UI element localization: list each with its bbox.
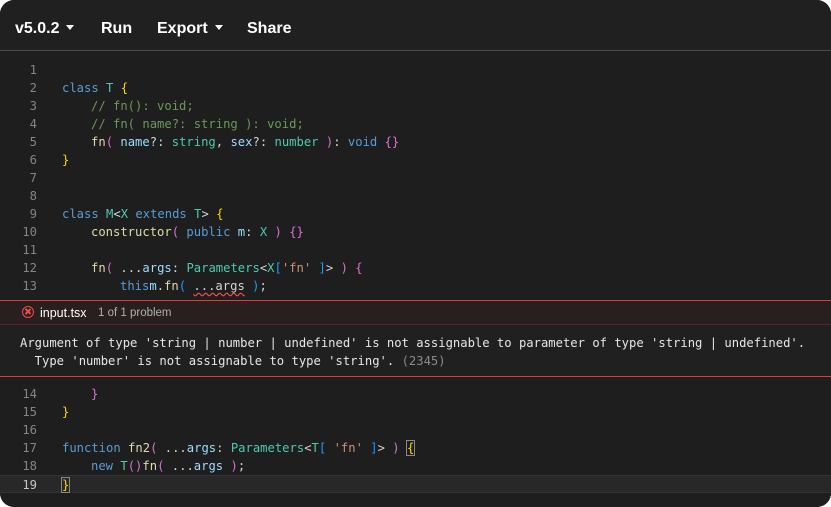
line-number: 17	[22, 441, 37, 455]
peek-header: input.tsx 1 of 1 problem	[0, 301, 831, 325]
code-line: 8	[0, 187, 831, 205]
error-code: (2345)	[401, 354, 446, 368]
code-text: }	[62, 153, 70, 167]
code-editor[interactable]: 1 2 class T { 3 // fn(): void; 4 // fn( nam…	[0, 51, 831, 507]
line-number: 10	[22, 225, 37, 239]
line-number: 11	[22, 243, 37, 257]
code-line: 5 fn( name?: string, sex?: number ): void…	[0, 133, 831, 151]
code-line: 3 // fn(): void;	[0, 97, 831, 115]
line-number: 16	[22, 423, 37, 437]
chevron-down-icon	[214, 25, 223, 31]
code-line: 1	[0, 61, 831, 79]
code-text: }	[60, 476, 71, 494]
error-icon	[22, 306, 34, 318]
line-number: 1	[29, 63, 37, 77]
code-line: 4 // fn( name?: string ): void;	[0, 115, 831, 133]
line-number: 2	[29, 81, 37, 95]
share-label: Share	[247, 20, 292, 37]
code-text: class T {	[62, 81, 129, 95]
code-line: 6}	[0, 151, 831, 169]
line-number: 9	[29, 207, 37, 221]
version-label: v5.0.2	[15, 20, 60, 37]
line-number: 6	[29, 153, 37, 167]
code-line: 12 fn( ...args: Parameters<X['fn' ]> ) {	[0, 259, 831, 277]
code-text: fn( ...args: Parameters<X['fn' ]> ) {	[91, 261, 363, 275]
code-line: 14}	[0, 385, 831, 403]
line-number: 13	[22, 279, 37, 293]
code-text: constructor( public m: X ) {}	[91, 225, 304, 239]
code-line: 18 new T()fn( ...args );	[0, 457, 831, 475]
playground-window: v5.0.2 Run Export Share 1 2 class T { 3 //…	[0, 0, 831, 507]
line-number: 3	[29, 99, 37, 113]
line-number: 12	[22, 261, 37, 275]
code-text: }	[62, 405, 70, 419]
line-number: 8	[29, 189, 37, 203]
error-line-1: Argument of type 'string | number | unde…	[20, 336, 806, 350]
code-text: class M<X extends T> {	[62, 207, 224, 221]
peek-problem-count: 1 of 1 problem	[98, 307, 172, 319]
run-button[interactable]: Run	[101, 0, 132, 50]
code-line: 15}	[0, 403, 831, 421]
line-number: 14	[22, 387, 37, 401]
problem-peek-widget: input.tsx 1 of 1 problem Argument of typ…	[0, 300, 831, 377]
code-text: // fn( name?: string ): void;	[91, 117, 304, 131]
code-line: 11	[0, 241, 831, 259]
code-line: 13 thism.fn( ...args );	[0, 277, 831, 295]
error-line-2: Type 'number' is not assignable to type …	[20, 354, 402, 368]
line-number: 15	[22, 405, 37, 419]
code-text: thism.fn( ...args );	[120, 279, 267, 293]
line-number: 7	[29, 171, 37, 185]
code-line: 9 class M<X extends T> {	[0, 205, 831, 223]
code-line: 2 class T {	[0, 79, 831, 97]
code-line: 7	[0, 169, 831, 187]
code-text: // fn(): void;	[91, 99, 194, 113]
code-text: function fn2( ...args: Parameters<T[ 'fn…	[62, 440, 416, 456]
export-label: Export	[157, 20, 208, 37]
line-number: 5	[29, 135, 37, 149]
current-line: 19}	[0, 475, 831, 493]
run-label: Run	[101, 20, 133, 37]
code-text: }	[91, 387, 99, 401]
code-line: 17 function fn2( ...args: Parameters<T[ '…	[0, 439, 831, 457]
peek-file-name[interactable]: input.tsx	[40, 301, 87, 325]
bracket-match: {	[405, 440, 416, 456]
chevron-down-icon	[66, 25, 75, 31]
version-dropdown[interactable]: v5.0.2	[15, 0, 75, 50]
line-number: 4	[29, 117, 37, 131]
line-number: 18	[22, 459, 37, 473]
code-line: 10 constructor( public m: X ) {}	[0, 223, 831, 241]
bracket-match: }	[60, 477, 71, 493]
code-text: fn( name?: string, sex?: number ): void …	[91, 135, 400, 149]
error-squiggle[interactable]: ...args	[193, 279, 244, 293]
error-message: Argument of type 'string | number | unde…	[20, 334, 805, 370]
code-line: 16	[0, 421, 831, 439]
line-number: 19	[22, 478, 37, 492]
export-dropdown[interactable]: Export	[157, 0, 223, 50]
share-button[interactable]: Share	[247, 0, 291, 50]
toolbar: v5.0.2 Run Export Share	[0, 0, 831, 51]
code-text: new T()fn( ...args );	[91, 459, 246, 473]
